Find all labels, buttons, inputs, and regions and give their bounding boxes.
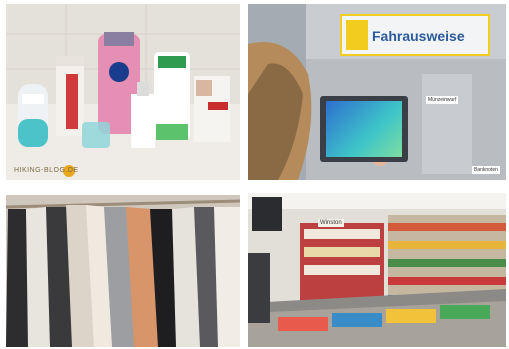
ticket-icon: [346, 20, 368, 50]
watermark-text: HIKING-BLOG.DE: [14, 167, 79, 174]
foot-cream-tube: [154, 52, 190, 140]
machine-sign-text: Fahrausweise: [372, 28, 465, 44]
toothpaste-tube: [56, 56, 84, 136]
face-cream-tube: [194, 76, 230, 142]
ticket-machine-photo: Fahrausweise Münzeinwurf Banknoten: [248, 4, 506, 180]
garments: [6, 205, 240, 347]
toiletries-illustration: [6, 4, 240, 180]
touch-screen[interactable]: [326, 101, 402, 157]
winston-sign: Winston: [318, 219, 344, 227]
floss-box: [82, 122, 110, 148]
kiosk-shop-photo: Winston: [248, 193, 506, 347]
coin-slot-label: Münzeinwurf: [426, 96, 459, 104]
machine-sign: Fahrausweise: [340, 14, 490, 56]
banknote-slot-label: Banknoten: [472, 166, 500, 174]
clothing-rack-illustration: [6, 195, 240, 347]
clothing-rack-photo: [6, 195, 240, 347]
toiletries-photo: HIKING-BLOG.DE: [6, 4, 240, 180]
kiosk-shop-illustration: [248, 193, 506, 347]
deodorant-bottle: [18, 84, 48, 147]
payment-panel: [422, 74, 472, 174]
touch-screen-frame: [320, 96, 408, 162]
